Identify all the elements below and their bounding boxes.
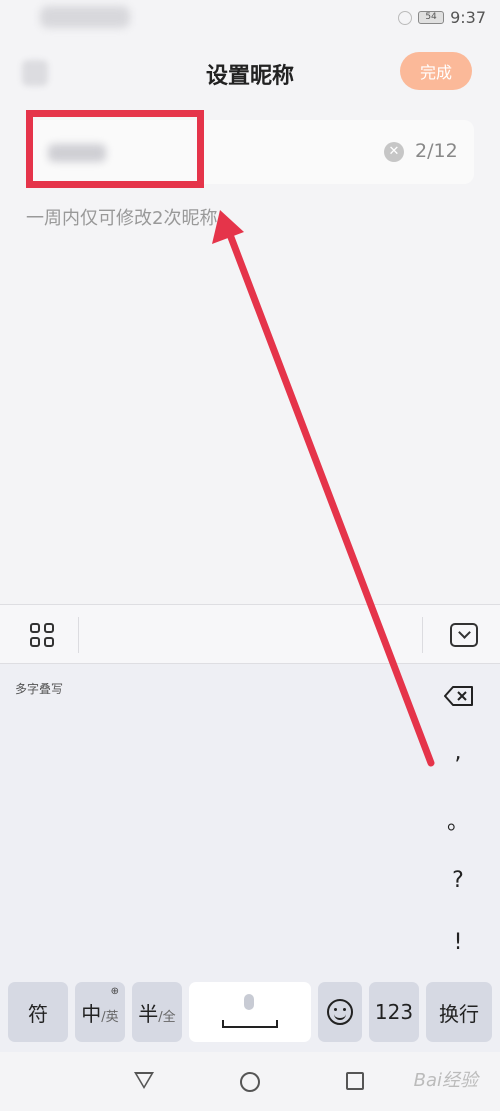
period-key[interactable]: 。 xyxy=(438,804,478,836)
nav-recent-apps-icon[interactable] xyxy=(346,1072,364,1090)
status-bar: 54 9:37 xyxy=(0,0,500,38)
backspace-icon[interactable] xyxy=(444,686,474,706)
done-button[interactable]: 完成 xyxy=(400,52,472,90)
handwriting-mode-label[interactable]: 多字叠写 xyxy=(15,680,63,697)
chinese-english-key[interactable]: ⊕ 中 /英 xyxy=(75,982,125,1042)
hide-keyboard-icon[interactable] xyxy=(450,623,478,647)
chinese-label: 中 xyxy=(81,1001,102,1026)
full-label: /全 xyxy=(158,1009,176,1025)
clock: 9:37 xyxy=(450,8,486,27)
watermark: Bai经验 xyxy=(413,1070,478,1091)
symbols-key-label: 符 xyxy=(28,1001,48,1026)
emoji-key[interactable] xyxy=(318,982,362,1042)
space-key[interactable] xyxy=(189,982,311,1042)
half-full-width-key[interactable]: 半 /全 xyxy=(132,982,182,1042)
char-count: 2/12 xyxy=(415,140,458,162)
comma-key[interactable]: , xyxy=(438,740,478,765)
globe-icon: ⊕ xyxy=(110,986,119,997)
system-nav-bar: Bai经验 xyxy=(0,1052,500,1111)
signal-icon xyxy=(398,10,413,25)
clear-icon[interactable]: ✕ xyxy=(384,142,404,162)
numbers-key-label: 123 xyxy=(374,1000,414,1024)
space-icon xyxy=(222,1020,278,1028)
half-label: 半 xyxy=(138,1001,159,1026)
header: 设置昵称 完成 xyxy=(0,38,500,106)
nav-home-icon[interactable] xyxy=(240,1072,260,1092)
numbers-key[interactable]: 123 xyxy=(369,982,419,1042)
emoji-icon xyxy=(327,999,353,1025)
status-indicators: 54 9:37 xyxy=(398,8,486,27)
symbols-key[interactable]: 符 xyxy=(8,982,68,1042)
enter-key-label: 换行 xyxy=(439,1001,479,1026)
hint-text: 一周内仅可修改2次昵称 xyxy=(26,208,218,229)
exclamation-key[interactable]: ! xyxy=(438,930,478,955)
english-label: /英 xyxy=(101,1009,119,1025)
battery-icon: 54 xyxy=(418,11,445,24)
toolbar-divider xyxy=(422,617,423,653)
microphone-icon[interactable] xyxy=(244,994,254,1010)
enter-key[interactable]: 换行 xyxy=(426,982,492,1042)
question-key[interactable]: ? xyxy=(438,868,478,893)
toolbar-divider xyxy=(78,617,79,653)
highlight-box xyxy=(26,110,204,188)
keyboard: 多字叠写 , 。 ? ! 符 ⊕ 中 /英 半 /全 123 换行 xyxy=(0,664,500,1052)
grid-menu-icon[interactable] xyxy=(30,623,54,647)
nav-back-icon[interactable] xyxy=(134,1072,154,1089)
carrier-info xyxy=(40,6,130,28)
keyboard-toolbar xyxy=(0,604,500,664)
